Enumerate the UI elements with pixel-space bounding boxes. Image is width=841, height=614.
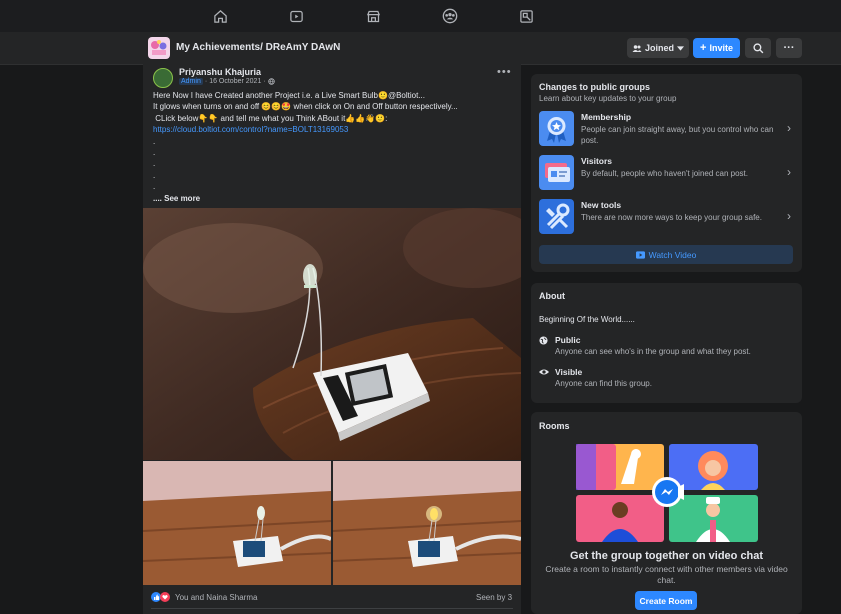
- visitors-description: By default, people who haven't joined ca…: [581, 169, 748, 178]
- post-photo-main[interactable]: [143, 208, 521, 460]
- video-icon: [635, 250, 645, 259]
- group-search-button[interactable]: [745, 38, 771, 58]
- chevron-right-icon: ›: [787, 121, 791, 135]
- group-post: Priyanshu Khajuria Admin · 16 October 20…: [143, 64, 521, 614]
- changes-card-title: Changes to public groups: [539, 82, 651, 92]
- about-description: Beginning Of the World......: [539, 315, 635, 324]
- gaming-icon[interactable]: [516, 6, 536, 26]
- meta-separator: ·: [204, 78, 208, 85]
- visitors-title: Visitors: [581, 156, 613, 166]
- visitors-item[interactable]: Visitors By default, people who haven't …: [539, 155, 794, 193]
- plus-icon: +: [700, 42, 707, 54]
- rooms-heading: Get the group together on video chat: [569, 550, 764, 562]
- new-tools-title: New tools: [581, 200, 622, 210]
- rooms-title: Rooms: [539, 421, 570, 431]
- globe-icon: [539, 336, 548, 347]
- watch-video-label: Watch Video: [648, 249, 697, 260]
- meta-separator: ·: [263, 78, 266, 85]
- changes-to-public-groups-card: Changes to public groups Learn about key…: [531, 74, 802, 272]
- post-dot: .: [153, 170, 156, 180]
- rooms-card: Rooms Get the group together on video ch…: [531, 412, 802, 614]
- group-more-button[interactable]: ···: [776, 38, 802, 58]
- post-dot: .: [153, 148, 156, 158]
- membership-description: People can join straight away, but you c…: [581, 125, 774, 145]
- visible-description: Anyone can find this group.: [555, 379, 652, 388]
- public-description: Anyone can see who's in the group and wh…: [555, 347, 751, 356]
- joined-label: Joined: [644, 43, 674, 53]
- rooms-description: Create a room to instantly connect with …: [545, 564, 788, 585]
- rooms-illustration: [576, 444, 758, 542]
- joined-button[interactable]: Joined: [627, 38, 689, 58]
- marketplace-icon[interactable]: [363, 6, 383, 26]
- invite-label: Invite: [709, 43, 733, 53]
- watch-video-button[interactable]: Watch Video: [539, 245, 793, 264]
- reactions-summary[interactable]: You and Naina Sharma: [151, 592, 257, 602]
- chevron-right-icon: ›: [787, 165, 791, 179]
- eye-icon: [539, 368, 549, 378]
- post-photo-left[interactable]: [143, 461, 332, 585]
- post-meta: Admin · 16 October 2021 ·: [179, 78, 275, 85]
- post-text-line: CLick below👇👇 and tell me what you Think…: [153, 113, 388, 123]
- chevron-right-icon: ›: [787, 209, 791, 223]
- love-reaction-icon: [160, 592, 170, 602]
- about-card: About Beginning Of the World...... Publi…: [531, 283, 802, 403]
- post-divider: [151, 608, 513, 609]
- people-icon: [632, 44, 642, 52]
- invite-button[interactable]: + Invite: [693, 38, 740, 58]
- post-photo-right[interactable]: [332, 461, 521, 585]
- post-date[interactable]: 16 October 2021: [209, 78, 261, 85]
- new-tools-item[interactable]: New tools There are now more ways to kee…: [539, 199, 794, 237]
- caret-down-icon: [677, 45, 684, 51]
- create-room-button[interactable]: Create Room: [635, 591, 697, 610]
- visible-title: Visible: [555, 367, 583, 377]
- globe-icon: [267, 78, 275, 85]
- visitors-card-icon: [539, 155, 574, 190]
- search-icon: [752, 42, 763, 53]
- seen-by-count[interactable]: Seen by 3: [476, 593, 512, 602]
- post-link[interactable]: https://cloud.boltiot.com/control?name=B…: [153, 125, 348, 134]
- watch-icon[interactable]: [286, 6, 306, 26]
- post-dot: .: [153, 159, 156, 169]
- admin-badge: Admin: [179, 78, 203, 85]
- membership-item[interactable]: Membership People can join straight away…: [539, 111, 794, 149]
- changes-card-subtitle: Learn about key updates to your group: [539, 94, 677, 103]
- new-tools-description: There are now more ways to keep your gro…: [581, 213, 762, 222]
- about-title: About: [539, 291, 565, 301]
- membership-badge-icon: [539, 111, 574, 146]
- post-text-line: It glows when turns on and off 😊😊🤩 when …: [153, 102, 458, 112]
- membership-title: Membership: [581, 112, 632, 122]
- group-title[interactable]: My Achievements/ DReAmY DAwN: [176, 42, 340, 53]
- post-body: Here Now I have Created another Project …: [153, 90, 513, 204]
- more-label: ···: [783, 42, 795, 54]
- post-author[interactable]: Priyanshu Khajuria: [179, 67, 261, 77]
- top-navigation-bar: [0, 0, 841, 32]
- group-logo[interactable]: [148, 37, 170, 59]
- groups-icon[interactable]: [440, 6, 460, 26]
- post-dot: .: [153, 136, 156, 146]
- public-title: Public: [555, 335, 581, 345]
- see-more-link[interactable]: .... See more: [153, 193, 513, 204]
- post-options-button[interactable]: •••: [497, 66, 512, 78]
- author-avatar[interactable]: [153, 68, 173, 88]
- home-icon[interactable]: [210, 6, 230, 26]
- post-text-line: Here Now I have Created another Project …: [153, 91, 425, 100]
- tools-icon: [539, 199, 574, 234]
- reactions-text: You and Naina Sharma: [175, 592, 258, 602]
- post-dot: .: [153, 182, 156, 192]
